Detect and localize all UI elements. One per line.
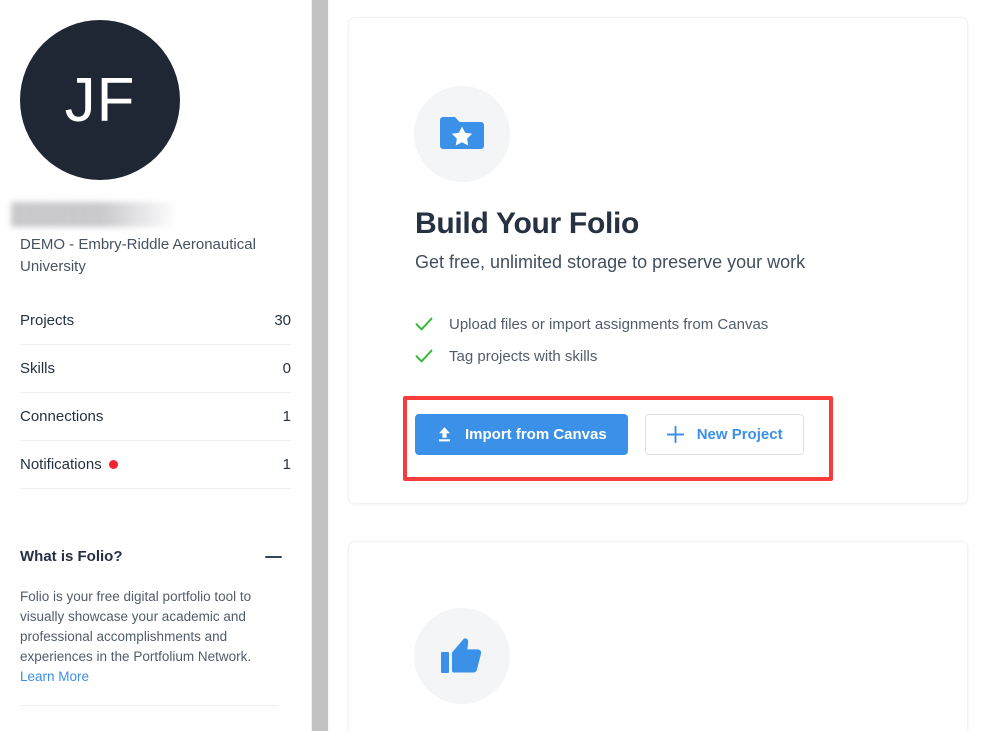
- feature-item: Upload files or import assignments from …: [415, 308, 915, 340]
- stat-row-projects[interactable]: Projects 30: [20, 297, 291, 345]
- avatar[interactable]: JF: [20, 20, 180, 180]
- stat-label-projects-text: Projects: [20, 312, 75, 329]
- folder-star-icon: [438, 112, 486, 156]
- secondary-card: [348, 541, 968, 731]
- import-from-canvas-button[interactable]: Import from Canvas: [415, 414, 628, 455]
- stat-label-skills-text: Skills: [20, 360, 56, 377]
- redacted-user-name: [11, 202, 178, 227]
- check-icon: [415, 317, 433, 331]
- stat-value-skills: 0: [282, 360, 291, 377]
- stat-label-skills: Skills: [20, 360, 55, 377]
- main-content: Build Your Folio Get free, unlimited sto…: [329, 0, 990, 731]
- minus-icon[interactable]: [265, 555, 282, 558]
- folder-star-icon-container: [414, 86, 510, 182]
- profile-sidebar: JF DEMO - Embry-Riddle Aeronautical Univ…: [0, 0, 311, 731]
- plus-icon: [666, 425, 685, 444]
- what-is-folio-title: What is Folio?: [20, 548, 123, 565]
- page-scrollbar-thumb[interactable]: [312, 0, 328, 731]
- stat-row-notifications[interactable]: Notifications 1: [20, 441, 291, 489]
- stat-label-notifications: Notifications: [20, 456, 118, 473]
- stat-label-connections-text: Connections: [20, 408, 104, 425]
- learn-more-link[interactable]: Learn More: [20, 669, 89, 684]
- stat-row-connections[interactable]: Connections 1: [20, 393, 291, 441]
- stat-label-notifications-text: Notifications: [20, 456, 102, 473]
- organization-name: DEMO - Embry-Riddle Aeronautical Univers…: [20, 236, 256, 275]
- feature-text: Tag projects with skills: [449, 347, 598, 365]
- thumbs-up-icon: [439, 635, 485, 677]
- notification-dot-icon: [108, 460, 118, 469]
- stat-value-projects: 30: [274, 312, 291, 329]
- feature-item: Tag projects with skills: [415, 340, 915, 372]
- check-icon: [415, 349, 433, 363]
- avatar-initials: JF: [64, 65, 136, 135]
- what-is-folio-text: Folio is your free digital portfolio too…: [20, 589, 252, 664]
- stat-label-projects: Projects: [20, 312, 74, 329]
- import-from-canvas-label: Import from Canvas: [465, 426, 607, 443]
- upload-icon: [436, 426, 453, 443]
- profile-stats-list: Projects 30 Skills 0 Connections 1 Notif…: [20, 297, 291, 489]
- thumbs-up-icon-container: [414, 608, 510, 704]
- what-is-folio-body: Folio is your free digital portfolio too…: [20, 587, 278, 706]
- what-is-folio-panel: What is Folio? Folio is your free digita…: [20, 540, 291, 706]
- what-is-folio-header[interactable]: What is Folio?: [20, 540, 291, 565]
- feature-list: Upload files or import assignments from …: [415, 308, 915, 372]
- page-title: Build Your Folio: [415, 207, 640, 240]
- build-your-folio-card: Build Your Folio Get free, unlimited sto…: [348, 17, 968, 504]
- action-buttons: Import from Canvas New Project: [415, 414, 804, 455]
- new-project-label: New Project: [696, 426, 783, 443]
- stat-value-connections: 1: [282, 408, 291, 425]
- feature-text: Upload files or import assignments from …: [449, 315, 769, 333]
- stat-row-skills[interactable]: Skills 0: [20, 345, 291, 393]
- folio-dashboard: JF DEMO - Embry-Riddle Aeronautical Univ…: [0, 0, 990, 731]
- stat-label-connections: Connections: [20, 408, 103, 425]
- card-subtitle: Get free, unlimited storage to preserve …: [415, 252, 806, 272]
- stat-value-notifications: 1: [282, 456, 291, 473]
- new-project-button[interactable]: New Project: [644, 414, 804, 455]
